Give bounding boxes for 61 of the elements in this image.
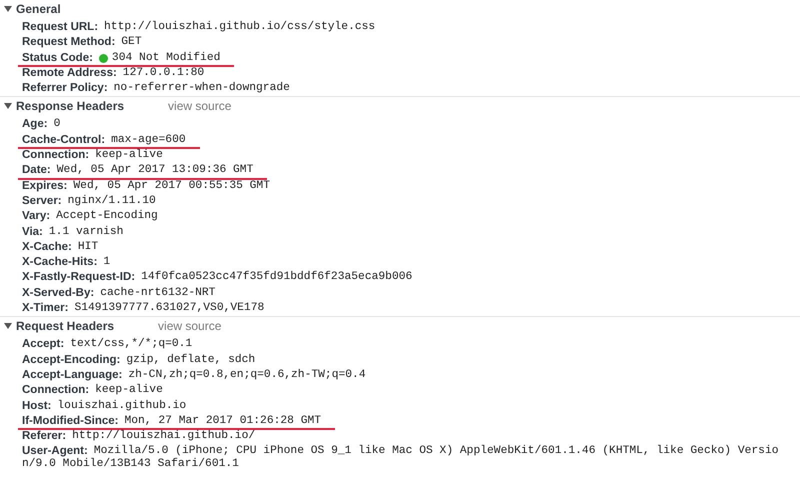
header-name: X-Cache-Hits: bbox=[22, 255, 98, 270]
expanded-triangle-icon[interactable] bbox=[4, 5, 12, 13]
header-name: X-Served-By: bbox=[22, 286, 94, 301]
header-value: Wed, 05 Apr 2017 13:09:36 GMT bbox=[56, 163, 254, 178]
header-name: Host: bbox=[22, 398, 52, 414]
header-value: HIT bbox=[78, 240, 98, 255]
header-value: 127.0.0.1:80 bbox=[122, 66, 204, 81]
header-name: Date: bbox=[22, 163, 51, 178]
header-name: Connection: bbox=[22, 148, 90, 164]
header-value: S1491397777.631027,VS0,VE178 bbox=[74, 301, 264, 316]
header-value: zh-CN,zh;q=0.8,en;q=0.6,zh-TW;q=0.4 bbox=[128, 368, 366, 383]
header-name: Request URL: bbox=[22, 20, 98, 35]
section-title[interactable]: General bbox=[16, 2, 61, 16]
header-value: max-age=600 bbox=[111, 132, 186, 148]
header-name: Cache-Control: bbox=[22, 132, 106, 148]
header-name: Server: bbox=[22, 194, 62, 209]
header-name: Referrer Policy: bbox=[22, 81, 108, 96]
header-value: text/css,*/*;q=0.1 bbox=[70, 337, 192, 352]
header-value: Mon, 27 Mar 2017 01:26:28 GMT bbox=[124, 414, 322, 429]
expanded-triangle-icon[interactable] bbox=[4, 322, 12, 330]
header-value: keep-alive bbox=[95, 148, 163, 164]
header-value: 14f0fca0523cc47f35fd91bddf6f23a5eca9b006 bbox=[141, 270, 412, 286]
header-value: no-referrer-when-downgrade bbox=[114, 81, 290, 96]
header-name: Accept: bbox=[22, 337, 64, 352]
header-name: Referer: bbox=[22, 429, 66, 444]
header-name: Request Method: bbox=[22, 35, 116, 50]
header-value: 0 bbox=[54, 117, 60, 132]
header-name: X-Cache: bbox=[22, 240, 72, 255]
header-value: keep-alive bbox=[95, 383, 163, 398]
header-name: Expires: bbox=[22, 178, 68, 194]
header-value: http://louiszhai.github.io/ bbox=[72, 429, 256, 444]
header-value: Wed, 05 Apr 2017 00:55:35 GMT bbox=[73, 178, 270, 194]
header-name: Accept-Encoding: bbox=[22, 352, 120, 368]
header-name: If-Modified-Since: bbox=[22, 414, 118, 429]
header-value: http://louiszhai.github.io/css/style.css bbox=[104, 20, 376, 35]
header-value: Accept-Encoding bbox=[56, 209, 158, 224]
header-value: 1.1 varnish bbox=[48, 224, 124, 240]
header-value: 304 Not Modified bbox=[112, 50, 220, 66]
header-value: louiszhai.github.io bbox=[57, 398, 186, 414]
header-name: Remote Address: bbox=[22, 66, 117, 81]
header-name: Accept-Language: bbox=[22, 368, 122, 383]
header-name: Vary: bbox=[22, 209, 50, 224]
section-title[interactable]: Request Headers bbox=[16, 319, 114, 334]
view-source-link[interactable]: view source bbox=[158, 319, 222, 334]
header-name: Age: bbox=[22, 117, 48, 132]
header-name: User-Agent: bbox=[22, 444, 88, 458]
header-value: 1 bbox=[103, 255, 110, 270]
header-name: Connection: bbox=[22, 383, 90, 398]
header-name: X-Fastly-Request-ID: bbox=[22, 270, 136, 286]
header-value: Mozilla/5.0 (iPhone; CPU iPhone OS 9_1 like Mac OS X) AppleWebKit/601.1.46 (KHTML, like Gecko) Versio bbox=[94, 444, 779, 458]
header-value: nginx/1.11.10 bbox=[68, 194, 156, 209]
section-title[interactable]: Response Headers bbox=[16, 99, 124, 114]
header-name: Via: bbox=[22, 224, 43, 240]
view-source-link[interactable]: view source bbox=[168, 99, 232, 114]
header-name: Status Code: bbox=[22, 50, 93, 66]
expanded-triangle-icon[interactable] bbox=[4, 102, 12, 110]
header-name: X-Timer: bbox=[22, 301, 68, 316]
header-value: cache-nrt6132-NRT bbox=[100, 286, 216, 301]
header-value: gzip, deflate, sdch bbox=[126, 352, 256, 368]
header-value: n/9.0 Mobile/13B143 Safari/601.1 bbox=[22, 456, 239, 472]
header-value: GET bbox=[121, 35, 142, 50]
